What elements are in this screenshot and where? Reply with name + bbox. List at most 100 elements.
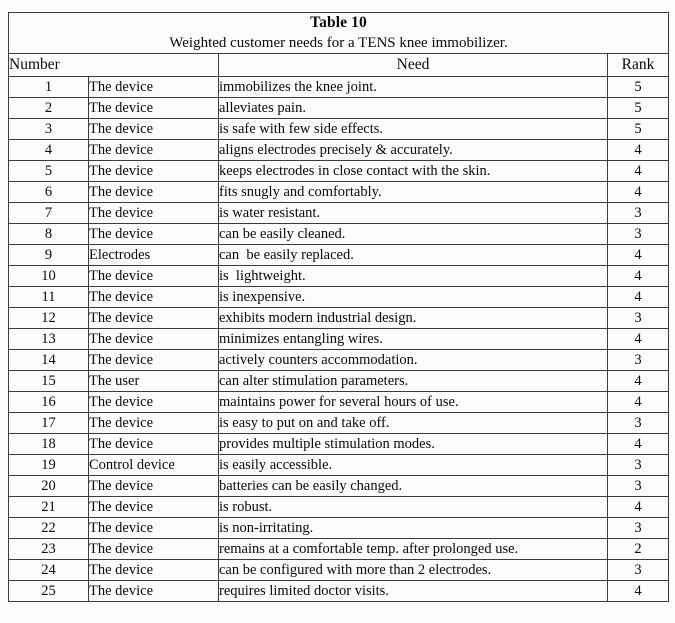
table-row: 7 The device is water resistant. 3: [8, 202, 669, 224]
cell-need: is robust.: [218, 496, 608, 518]
table-row: 6 The device fits snugly and comfortably. 4: [8, 181, 669, 203]
cell-subject: The device: [88, 265, 219, 287]
cell-subject: The device: [88, 286, 219, 308]
cell-rank: 4: [607, 139, 669, 161]
cell-number: 25: [8, 580, 89, 602]
cell-number: 6: [8, 181, 89, 203]
cell-subject: The device: [88, 181, 219, 203]
cell-rank: 5: [607, 76, 669, 98]
cell-number: 16: [8, 391, 89, 413]
cell-number: 22: [8, 517, 89, 539]
cell-subject: The device: [88, 475, 219, 497]
cell-number: 15: [8, 370, 89, 392]
table-row: 9 Electrodes can be easily replaced. 4: [8, 244, 669, 266]
document-page: Table 10 Weighted customer needs for a T…: [0, 0, 675, 623]
cell-rank: 3: [607, 202, 669, 224]
cell-rank: 2: [607, 538, 669, 560]
cell-need: can be easily replaced.: [218, 244, 608, 266]
cell-subject: The device: [88, 97, 219, 119]
table-row: 12 The device exhibits modern industrial d…: [8, 307, 669, 329]
cell-number: 10: [8, 265, 89, 287]
cell-rank: 4: [607, 391, 669, 413]
cell-subject: Electrodes: [88, 244, 219, 266]
cell-number: 8: [8, 223, 89, 245]
cell-rank: 5: [607, 118, 669, 140]
cell-subject: The device: [88, 496, 219, 518]
table-container: Table 10 Weighted customer needs for a T…: [8, 12, 669, 602]
table-body: 1 The device immobilizes the knee joint. 5 2…: [8, 76, 669, 602]
table-row: 10 The device is lightweight. 4: [8, 265, 669, 287]
cell-need: remains at a comfortable temp. after pro…: [218, 538, 608, 560]
cell-need: is easy to put on and take off.: [218, 412, 608, 434]
cell-need: aligns electrodes precisely & accurately…: [218, 139, 608, 161]
cell-subject: The device: [88, 391, 219, 413]
table-row: 3 The device is safe with few side effects…: [8, 118, 669, 140]
cell-need: actively counters accommodation.: [218, 349, 608, 371]
cell-subject: The device: [88, 328, 219, 350]
cell-need: batteries can be easily changed.: [218, 475, 608, 497]
cell-need: requires limited doctor visits.: [218, 580, 608, 602]
table-row: 20 The device batteries can be easily chan…: [8, 475, 669, 497]
cell-number: 4: [8, 139, 89, 161]
cell-need: maintains power for several hours of use…: [218, 391, 608, 413]
cell-rank: 4: [607, 244, 669, 266]
table-row: 23 The device remains at a comfortable tem…: [8, 538, 669, 560]
table-row: 13 The device minimizes entangling wires. 4: [8, 328, 669, 350]
cell-number: 24: [8, 559, 89, 581]
cell-number: 7: [8, 202, 89, 224]
cell-rank: 3: [607, 412, 669, 434]
table-row: 24 The device can be configured with more …: [8, 559, 669, 581]
cell-subject: Control device: [88, 454, 219, 476]
table-row: 21 The device is robust. 4: [8, 496, 669, 518]
cell-subject: The device: [88, 202, 219, 224]
cell-subject: The device: [88, 580, 219, 602]
table-row: 16 The device maintains power for several …: [8, 391, 669, 413]
table-row: 1 The device immobilizes the knee joint. 5: [8, 76, 669, 98]
cell-rank: 4: [607, 370, 669, 392]
cell-subject: The device: [88, 433, 219, 455]
cell-need: provides multiple stimulation modes.: [218, 433, 608, 455]
cell-need: is water resistant.: [218, 202, 608, 224]
cell-need: is easily accessible.: [218, 454, 608, 476]
table-row: 22 The device is non-irritating. 3: [8, 517, 669, 539]
cell-rank: 3: [607, 223, 669, 245]
cell-number: 19: [8, 454, 89, 476]
cell-need: can be configured with more than 2 elect…: [218, 559, 608, 581]
cell-subject: The device: [88, 307, 219, 329]
cell-subject: The device: [88, 412, 219, 434]
cell-rank: 3: [607, 475, 669, 497]
cell-need: minimizes entangling wires.: [218, 328, 608, 350]
cell-number: 13: [8, 328, 89, 350]
cell-rank: 4: [607, 181, 669, 203]
cell-need: keeps electrodes in close contact with t…: [218, 160, 608, 182]
table-row: 11 The device is inexpensive. 4: [8, 286, 669, 308]
cell-number: 23: [8, 538, 89, 560]
cell-number: 9: [8, 244, 89, 266]
table-row: 8 The device can be easily cleaned. 3: [8, 223, 669, 245]
table-row: 2 The device alleviates pain. 5: [8, 97, 669, 119]
cell-rank: 4: [607, 265, 669, 287]
column-header-need: Need: [218, 53, 608, 77]
cell-number: 18: [8, 433, 89, 455]
cell-rank: 3: [607, 559, 669, 581]
cell-number: 5: [8, 160, 89, 182]
cell-rank: 4: [607, 328, 669, 350]
table-row: 18 The device provides multiple stimulatio…: [8, 433, 669, 455]
cell-rank: 3: [607, 454, 669, 476]
table-row: 19 Control device is easily accessible. 3: [8, 454, 669, 476]
table-row: 14 The device actively counters accommodat…: [8, 349, 669, 371]
column-header-rank: Rank: [607, 53, 669, 77]
cell-subject: The device: [88, 559, 219, 581]
cell-subject: The user: [88, 370, 219, 392]
cell-need: is lightweight.: [218, 265, 608, 287]
cell-subject: The device: [88, 76, 219, 98]
table-caption: Weighted customer needs for a TENS knee …: [169, 35, 508, 51]
cell-rank: 3: [607, 307, 669, 329]
cell-rank: 3: [607, 349, 669, 371]
cell-subject: The device: [88, 139, 219, 161]
cell-subject: The device: [88, 517, 219, 539]
cell-need: exhibits modern industrial design.: [218, 307, 608, 329]
cell-number: 14: [8, 349, 89, 371]
table-row: 4 The device aligns electrodes precisely &…: [8, 139, 669, 161]
cell-need: immobilizes the knee joint.: [218, 76, 608, 98]
